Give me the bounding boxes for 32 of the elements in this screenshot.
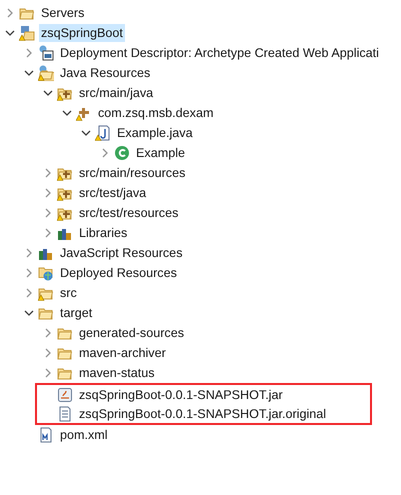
tree-item[interactable]: Servers [39, 4, 86, 22]
tree-item[interactable]: src [58, 284, 79, 302]
tree-item[interactable]: src/main/java [77, 84, 156, 102]
text-file-icon [57, 406, 73, 422]
class-icon [114, 145, 130, 161]
tree-item[interactable]: Example [134, 144, 187, 162]
tree-item[interactable]: com.zsq.msb.dexam [96, 104, 216, 122]
tree-item[interactable]: JavaScript Resources [58, 244, 184, 262]
package-icon [76, 105, 92, 121]
java-file-icon [95, 125, 111, 141]
tree-item[interactable]: generated-sources [77, 324, 186, 342]
tree-item[interactable]: pom.xml [58, 426, 110, 444]
tree-item[interactable]: src/test/java [77, 184, 148, 202]
deployed-icon [38, 265, 54, 281]
tree-item[interactable]: Java Resources [58, 64, 152, 82]
tree-item[interactable]: zsqSpringBoot-0.0.1-SNAPSHOT.jar.original [77, 404, 328, 422]
tree-item[interactable]: target [58, 304, 94, 322]
tree-item[interactable]: Example.java [115, 124, 195, 142]
tree-item[interactable]: zsqSpringBoot [39, 24, 125, 42]
tree-item[interactable]: src/main/resources [77, 164, 188, 182]
jar-icon [57, 386, 73, 402]
maven-file-icon [38, 427, 54, 443]
java-resources-icon [38, 65, 54, 81]
tree-item[interactable]: Deployed Resources [58, 264, 179, 282]
tree-item[interactable]: src/test/resources [77, 204, 180, 222]
tree-item[interactable]: zsqSpringBoot-0.0.1-SNAPSHOT.jar [77, 386, 285, 404]
tree-item[interactable]: maven-archiver [77, 344, 168, 362]
tree-item[interactable]: maven-status [77, 364, 157, 382]
tree-item[interactable]: Deployment Descriptor: Archetype Created Web Applicati [58, 44, 381, 62]
descriptor-icon [38, 45, 54, 61]
project-icon [19, 25, 35, 41]
tree-item[interactable]: Libraries [77, 224, 130, 242]
